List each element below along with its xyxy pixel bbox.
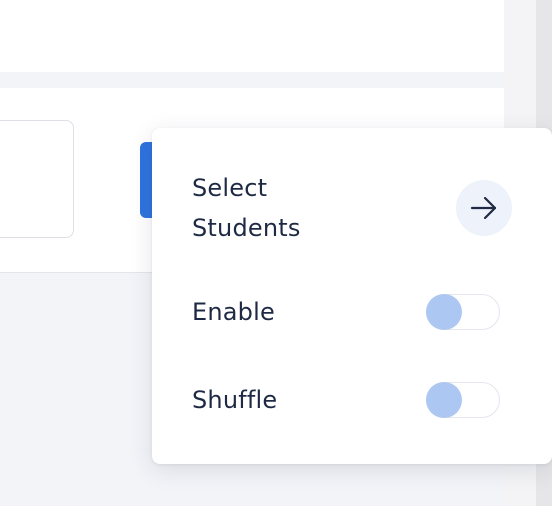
select-students-label-line1: Select (192, 174, 268, 202)
enable-toggle-knob (425, 293, 462, 330)
select-students-row[interactable]: Select Students (192, 168, 512, 248)
select-students-label: Select Students (192, 168, 342, 248)
select-students-button[interactable] (456, 180, 512, 236)
shuffle-row: Shuffle (192, 380, 500, 420)
options-popover: Select Students Enable Shuffle (152, 128, 552, 464)
text-input[interactable] (0, 120, 74, 238)
page: Select Students Enable Shuffle (0, 0, 552, 506)
shuffle-label: Shuffle (192, 386, 278, 414)
enable-row: Enable (192, 292, 500, 332)
top-card (0, 0, 504, 72)
shuffle-toggle[interactable] (425, 381, 500, 418)
shuffle-toggle-knob (425, 381, 462, 418)
enable-label: Enable (192, 298, 275, 326)
arrow-right-icon (470, 196, 497, 220)
enable-toggle[interactable] (425, 293, 500, 330)
select-students-label-line2: Students (192, 214, 301, 242)
